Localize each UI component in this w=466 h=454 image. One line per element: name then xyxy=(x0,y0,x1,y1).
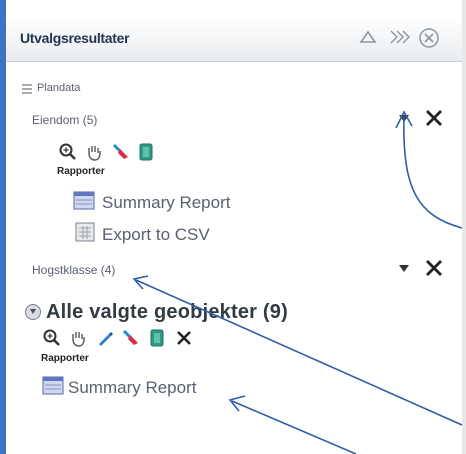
annotation-arrow xyxy=(403,115,463,229)
annotation-arrow xyxy=(135,279,463,426)
annotation-arrows xyxy=(132,110,463,454)
annotation-arrow xyxy=(231,400,357,454)
